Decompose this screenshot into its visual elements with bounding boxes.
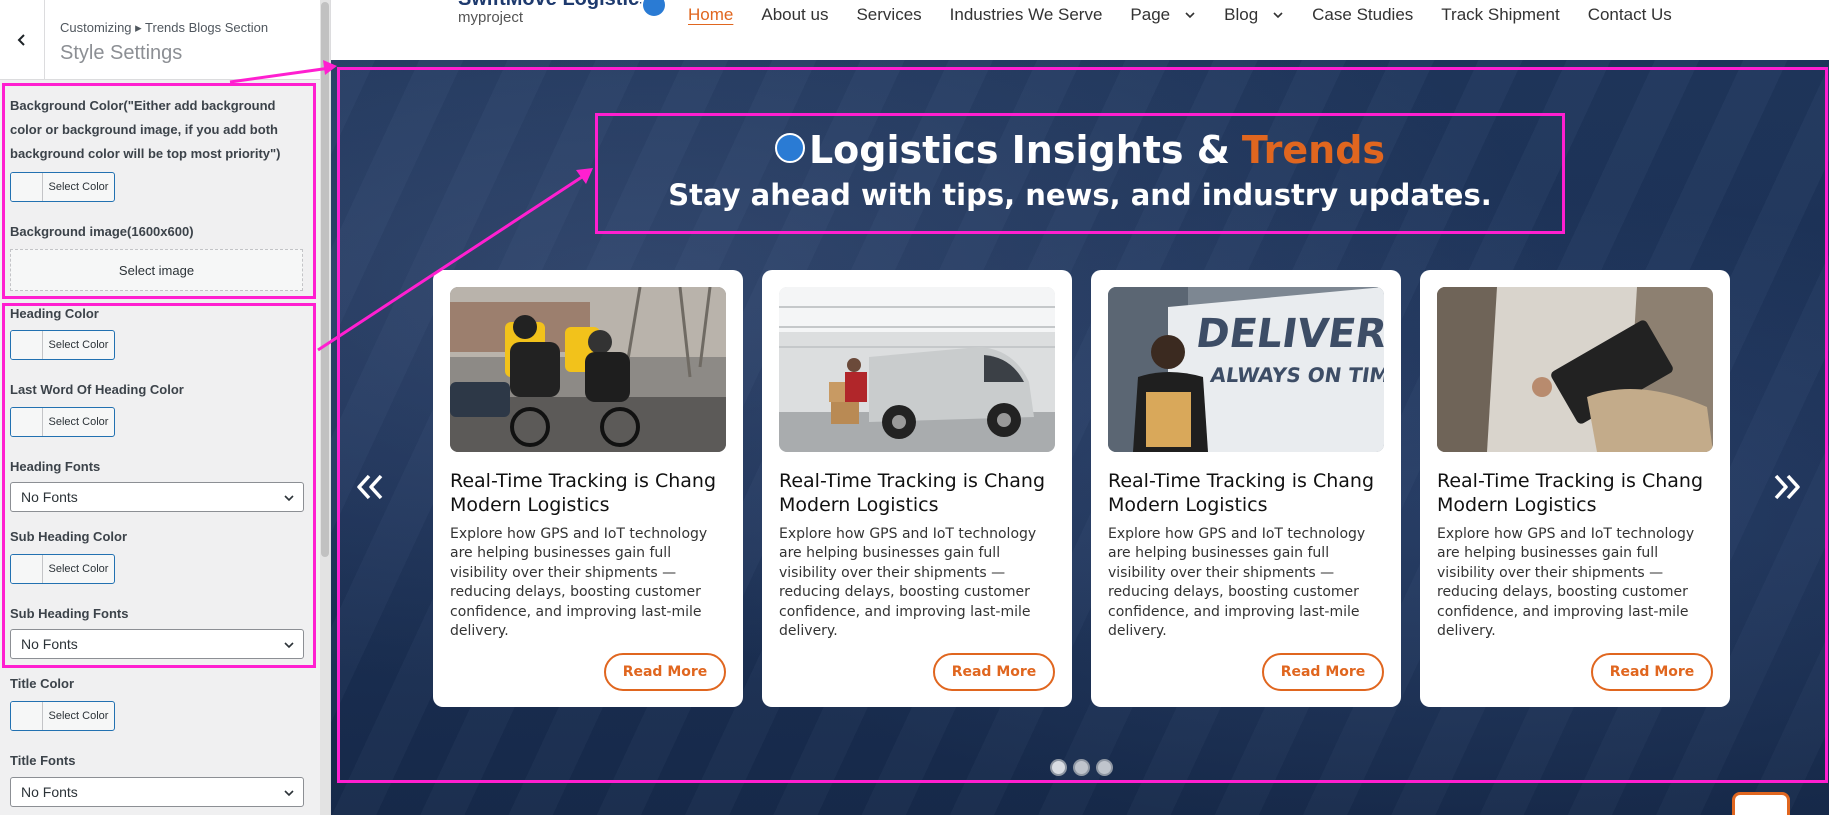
card-title[interactable]: Real-Time Tracking is Chang Modern Logis… — [1108, 469, 1388, 517]
section-subheading: Stay ahead with tips, news, and industry… — [668, 178, 1492, 212]
title-fonts-label: Title Fonts — [10, 753, 76, 768]
card-title[interactable]: Real-Time Tracking is Chang Modern Logis… — [1437, 469, 1717, 517]
site-tagline: myproject — [458, 9, 524, 26]
card-image-van[interactable] — [779, 287, 1055, 452]
color-swatch — [11, 702, 43, 730]
chevron-down-icon[interactable] — [1272, 9, 1284, 21]
annotation-box-background — [2, 83, 316, 299]
slider-prev-icon[interactable] — [353, 470, 387, 504]
annotation-box-heading — [2, 303, 316, 668]
heading-text: Logistics Insights & — [808, 128, 1230, 172]
slider-dots — [1050, 759, 1113, 776]
chevron-down-icon — [284, 790, 294, 797]
card-description: Explore how GPS and IoT technology are h… — [450, 526, 708, 640]
back-button[interactable] — [0, 0, 45, 80]
read-more-button[interactable]: Read More — [1262, 653, 1384, 691]
nav-industries[interactable]: Industries We Serve — [950, 5, 1103, 25]
tablet-package-image — [1437, 287, 1713, 452]
slider-dot[interactable] — [1096, 759, 1113, 776]
delivery-woman-image: DELIVERY ALWAYS ON TIME — [1108, 287, 1384, 452]
card-image-tablet[interactable] — [1437, 287, 1713, 452]
nav-label: Home — [688, 5, 734, 24]
nav-label: Page — [1130, 5, 1171, 24]
customizer-header: Customizing ▸ Trends Blogs Section Style… — [0, 0, 320, 80]
nav-about[interactable]: About us — [761, 5, 828, 25]
slider-dot[interactable] — [1073, 759, 1090, 776]
edit-shortcut-icon[interactable] — [774, 133, 805, 163]
blog-card: DELIVERY ALWAYS ON TIME Real-Time Tracki… — [1091, 270, 1401, 707]
chevron-down-icon[interactable] — [1184, 9, 1196, 21]
read-more-button[interactable]: Read More — [933, 653, 1055, 691]
heading-last-word: Trends — [1241, 128, 1386, 172]
section-heading: Logistics Insights & Trends — [598, 128, 1562, 172]
main-nav: Home About us Services Industries We Ser… — [688, 3, 1700, 27]
title-fonts-select[interactable]: No Fonts — [10, 777, 304, 807]
chevron-left-icon — [17, 34, 25, 46]
nav-label: Services — [856, 5, 922, 24]
card-title[interactable]: Real-Time Tracking is Chang Modern Logis… — [450, 469, 730, 517]
couriers-image — [450, 287, 726, 452]
trends-blogs-section: Logistics Insights & Trends Stay ahead w… — [331, 60, 1829, 815]
read-more-button[interactable]: Read More — [1591, 653, 1713, 691]
card-description: Explore how GPS and IoT technology are h… — [779, 526, 1037, 640]
nav-home[interactable]: Home — [688, 5, 733, 25]
slider-next-icon[interactable] — [1770, 470, 1804, 504]
nav-label: Case Studies — [1312, 5, 1414, 24]
title-color-label: Title Color — [10, 676, 75, 691]
card-description: Explore how GPS and IoT technology are h… — [1108, 526, 1366, 640]
title-color-picker[interactable]: Select Color — [10, 701, 115, 731]
card-image-couriers[interactable] — [450, 287, 726, 452]
card-description: Explore how GPS and IoT technology are h… — [1437, 526, 1695, 640]
nav-page[interactable]: Page — [1130, 5, 1196, 25]
site-header: SwiftMove Logistics myproject Home About… — [331, 0, 1829, 60]
van-image — [779, 287, 1055, 452]
nav-label: About us — [761, 5, 829, 24]
nav-contact[interactable]: Contact Us — [1588, 5, 1672, 25]
card-image-delivery[interactable]: DELIVERY ALWAYS ON TIME — [1108, 287, 1384, 452]
panel-title: Style Settings — [60, 42, 183, 64]
nav-services[interactable]: Services — [856, 5, 921, 25]
blog-card: Real-Time Tracking is Chang Modern Logis… — [762, 270, 1072, 707]
select-value: No Fonts — [21, 784, 78, 800]
scroll-to-top-button[interactable] — [1732, 792, 1790, 815]
read-more-button[interactable]: Read More — [604, 653, 726, 691]
blog-card: Real-Time Tracking is Chang Modern Logis… — [433, 270, 743, 707]
sidebar-scroll-thumb[interactable] — [321, 2, 329, 557]
nav-case-studies[interactable]: Case Studies — [1312, 5, 1413, 25]
card-title[interactable]: Real-Time Tracking is Chang Modern Logis… — [779, 469, 1059, 517]
van-text-delivery: DELIVERY — [1193, 311, 1384, 357]
nav-label: Blog — [1224, 5, 1259, 24]
section-heading-block: Logistics Insights & Trends Stay ahead w… — [595, 113, 1565, 234]
nav-label: Contact Us — [1587, 5, 1672, 24]
slider-dot[interactable] — [1050, 759, 1067, 776]
site-preview: SwiftMove Logistics myproject Home About… — [331, 0, 1829, 815]
logo-icon — [641, 0, 667, 18]
blog-card: Real-Time Tracking is Chang Modern Logis… — [1420, 270, 1730, 707]
breadcrumb: Customizing ▸ Trends Blogs Section — [60, 20, 269, 35]
van-text-slogan: ALWAYS ON TIME — [1209, 363, 1384, 387]
nav-track-shipment[interactable]: Track Shipment — [1441, 5, 1559, 25]
nav-label: Industries We Serve — [949, 5, 1103, 24]
nav-blog[interactable]: Blog — [1224, 5, 1284, 25]
nav-label: Track Shipment — [1441, 5, 1560, 24]
select-color-label: Select Color — [48, 710, 109, 722]
